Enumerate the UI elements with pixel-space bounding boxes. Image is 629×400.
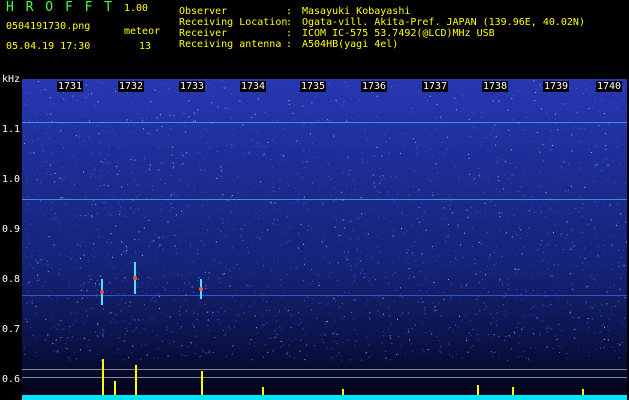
x-tick-label: 1739 — [543, 81, 570, 92]
signal-spike — [201, 371, 203, 395]
x-tick-label: 1736 — [361, 81, 388, 92]
colon: : — [286, 17, 293, 28]
interference-line — [22, 199, 627, 200]
signal-spike — [114, 381, 116, 395]
meteor-echo-core — [199, 287, 203, 291]
meteor-echo-core — [133, 276, 137, 280]
location-label: Receiving Location — [179, 17, 288, 28]
receiver-value: ICOM IC-575 53.7492(@LCD)MHz USB — [302, 28, 495, 39]
observer-value: Masayuki Kobayashi — [302, 6, 411, 17]
antenna-value: A504HB(yagi 4el) — [302, 39, 399, 50]
y-tick-label: 0.6 — [2, 374, 21, 385]
signal-spike — [342, 389, 344, 395]
y-tick-label: 0.9 — [2, 224, 21, 235]
signal-spike — [582, 389, 584, 395]
date-time: 05.04.19 17:30 — [6, 41, 91, 52]
y-tick-label: 1.1 — [2, 124, 21, 135]
mode-label: meteor — [124, 26, 161, 37]
colon: : — [286, 6, 293, 17]
signal-spike — [262, 387, 264, 395]
reference-line — [22, 377, 627, 378]
meteor-count: 13 — [139, 41, 152, 52]
signal-baseline — [22, 395, 627, 400]
colon: : — [286, 39, 293, 50]
x-tick-label: 1740 — [596, 81, 623, 92]
interference-line — [22, 295, 627, 296]
x-tick-label: 1737 — [422, 81, 449, 92]
signal-spike — [135, 365, 137, 395]
signal-spike — [102, 359, 104, 395]
meteor-echo-core — [100, 290, 104, 294]
spectrogram — [22, 79, 627, 400]
x-tick-label: 1732 — [118, 81, 145, 92]
signal-spike — [512, 387, 514, 395]
header-panel: H R O F F T 1.00 0504191730.png meteor 0… — [0, 0, 629, 85]
colon: : — [286, 28, 293, 39]
y-tick-label: 0.8 — [2, 274, 21, 285]
y-tick-label: 1.0 — [2, 174, 21, 185]
app-title: H R O F F T — [6, 0, 115, 15]
reference-line — [22, 369, 627, 370]
x-tick-label: 1733 — [179, 81, 206, 92]
antenna-label: Receiving antenna — [179, 39, 282, 50]
x-tick-label: 1734 — [240, 81, 267, 92]
receiver-label: Receiver — [179, 28, 228, 39]
signal-spike — [477, 385, 479, 395]
observer-label: Observer — [179, 6, 228, 17]
location-value: Ogata-vill. Akita-Pref. JAPAN (139.96E, … — [302, 17, 585, 28]
x-tick-label: 1735 — [300, 81, 327, 92]
x-tick-label: 1738 — [482, 81, 509, 92]
file-name: 0504191730.png — [6, 21, 91, 32]
unit-label: kHz — [2, 74, 21, 85]
interference-line — [22, 122, 627, 123]
x-tick-label: 1731 — [57, 81, 84, 92]
app-version: 1.00 — [124, 3, 149, 14]
y-tick-label: 0.7 — [2, 324, 21, 335]
